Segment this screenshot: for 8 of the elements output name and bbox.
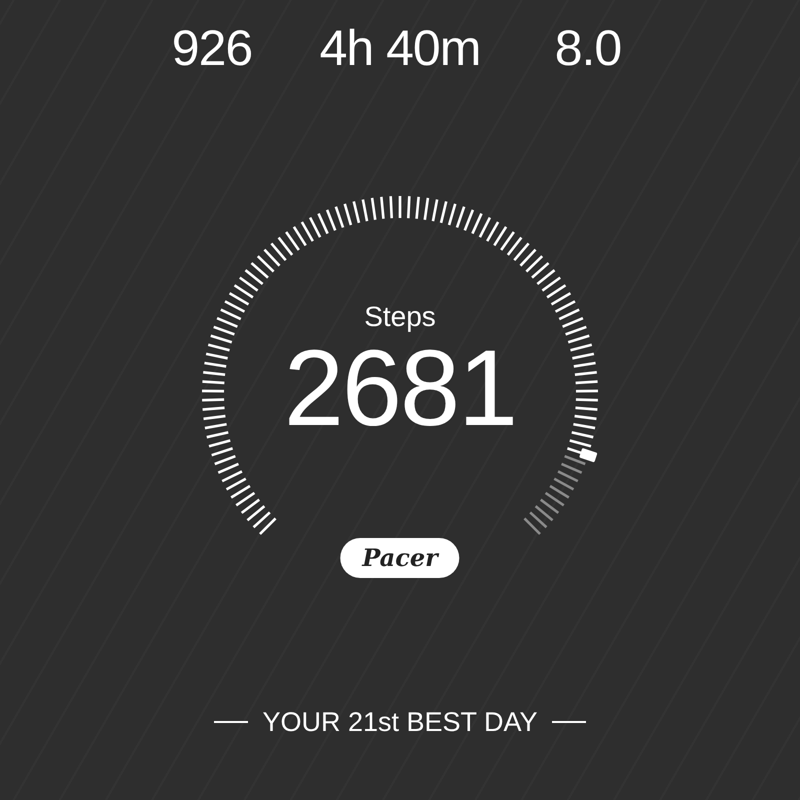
logo-button[interactable]: Pacer: [340, 538, 460, 578]
steps-count: 2681: [284, 334, 516, 442]
progress-marker: [579, 448, 598, 462]
stat-value: 926: [170, 19, 254, 78]
best-day-text: YOUR 21st BEST DAY: [262, 706, 538, 739]
stat-value: 8.0: [554, 19, 622, 78]
stat-value: 4h 40m: [318, 19, 482, 78]
steps-label: Steps: [364, 300, 436, 334]
